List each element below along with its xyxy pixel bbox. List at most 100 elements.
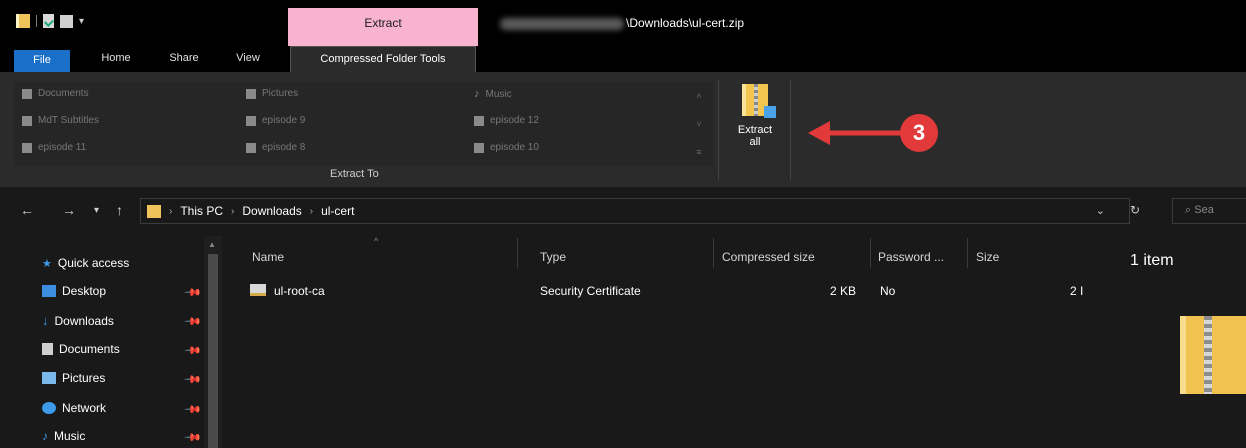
extract-to-item[interactable]: MdT Subtitles	[22, 115, 99, 126]
extract-to-item[interactable]: episode 11	[22, 142, 86, 153]
extract-to-item[interactable]: Pictures	[246, 88, 298, 99]
file-compressed-size: 2 KB	[830, 284, 857, 298]
nav-item-downloads[interactable]: ↓ Downloads	[42, 313, 114, 328]
annotation-step-badge: 3	[900, 114, 938, 152]
window-title: \Downloads\ul-cert.zip	[500, 16, 744, 30]
ribbon: Documents MdT Subtitles episode 11 Pictu…	[0, 72, 1246, 188]
extract-to-item[interactable]: ♪ Music	[474, 88, 512, 100]
desktop-icon	[42, 285, 56, 297]
certificate-icon	[250, 284, 266, 296]
extract-all-label: Extract all	[737, 124, 773, 148]
document-icon	[42, 343, 53, 355]
tab-view[interactable]: View	[226, 46, 270, 72]
breadcrumb-downloads[interactable]: Downloads	[242, 204, 301, 218]
item-count: 1 item	[1130, 252, 1174, 269]
breadcrumb-chevron-icon[interactable]: ›	[231, 206, 234, 217]
gallery-scroll-down-icon[interactable]: ˅	[692, 110, 706, 138]
file-type: Security Certificate	[540, 284, 641, 298]
new-folder-icon[interactable]	[60, 14, 73, 28]
column-header-name[interactable]: Name	[252, 250, 284, 264]
nav-item-quick-access[interactable]: ★ Quick access	[42, 256, 129, 270]
scroll-up-icon[interactable]: ▲	[208, 240, 216, 249]
nav-item-label: Quick access	[57, 256, 130, 270]
pin-icon[interactable]: 📌	[183, 283, 202, 302]
breadcrumb-chevron-icon[interactable]: ›	[169, 206, 172, 217]
extract-to-item-label: episode 12	[490, 115, 539, 126]
column-divider[interactable]	[967, 238, 968, 268]
nav-item-pictures[interactable]: Pictures	[42, 371, 105, 385]
pictures-icon	[246, 88, 256, 99]
extract-to-item-label: episode 11	[38, 142, 87, 153]
navigation-pane: ★ Quick access Desktop ↓ Downloads Documen…	[0, 236, 222, 448]
refresh-icon[interactable]: ↻	[1130, 203, 1140, 217]
column-divider[interactable]	[870, 238, 871, 268]
nav-item-desktop[interactable]: Desktop	[42, 284, 106, 298]
title-bar: ▾ Extract \Downloads\ul-cert.zip	[0, 0, 1246, 46]
breadcrumb-chevron-icon[interactable]: ›	[310, 206, 313, 217]
extract-to-item[interactable]: episode 8	[246, 142, 305, 153]
search-input[interactable]: ⌕ Sea	[1172, 198, 1246, 224]
properties-icon[interactable]	[43, 14, 54, 28]
folder-icon	[22, 142, 32, 153]
folder-icon	[246, 115, 256, 126]
pin-icon[interactable]: 📌	[183, 400, 202, 419]
column-header-size[interactable]: Size	[976, 250, 999, 264]
folder-icon	[22, 115, 32, 126]
extract-to-item[interactable]: episode 12	[474, 115, 539, 126]
separator	[36, 15, 37, 27]
folder-icon	[147, 204, 161, 218]
extract-context-tab: Extract	[288, 8, 478, 46]
download-arrow-icon: ↓	[42, 313, 49, 328]
up-arrow-icon[interactable]: ↑	[116, 202, 123, 218]
column-divider[interactable]	[713, 238, 714, 268]
breadcrumb-this-pc[interactable]: This PC	[180, 204, 223, 218]
extract-to-item-label: Music	[485, 88, 512, 100]
nav-item-label: Network	[62, 401, 107, 415]
pin-icon[interactable]: 📌	[183, 341, 202, 360]
column-header-type[interactable]: Type	[540, 250, 566, 264]
navigation-scrollbar[interactable]: ▲	[204, 236, 222, 448]
nav-item-music[interactable]: ♪ Music	[42, 429, 85, 443]
pin-icon[interactable]: 📌	[183, 370, 202, 389]
file-name[interactable]: ul-root-ca	[274, 284, 325, 298]
window-title-path: \Downloads\ul-cert.zip	[626, 16, 745, 30]
breadcrumb-ul-cert[interactable]: ul-cert	[321, 204, 354, 218]
extract-to-item-label: Documents	[38, 88, 89, 99]
file-password: No	[880, 284, 896, 298]
quick-access-toolbar: ▾	[16, 14, 84, 28]
group-divider	[718, 80, 719, 180]
network-icon	[42, 402, 56, 414]
extract-to-item[interactable]: episode 10	[474, 142, 539, 153]
address-dropdown-icon[interactable]: ⌄	[1096, 204, 1105, 217]
address-bar[interactable]: › This PC › Downloads › ul-cert ⌄	[140, 198, 1130, 224]
column-header-password[interactable]: Password ...	[878, 250, 944, 264]
customize-toolbar-icon[interactable]: ▾	[79, 16, 84, 27]
recent-locations-chevron-icon[interactable]: ▾	[94, 205, 99, 216]
column-divider[interactable]	[517, 238, 518, 268]
tab-file[interactable]: File	[14, 50, 70, 72]
nav-item-documents[interactable]: Documents	[42, 342, 120, 356]
extract-all-button[interactable]: Extract all	[726, 80, 784, 166]
extract-to-item-label: episode 10	[490, 142, 539, 153]
music-icon: ♪	[42, 429, 48, 443]
group-divider	[790, 80, 791, 180]
pictures-icon	[42, 372, 56, 384]
gallery-expand-icon[interactable]: ≡	[692, 138, 706, 166]
extract-to-item[interactable]: Documents	[22, 88, 89, 99]
folder-icon[interactable]	[16, 14, 30, 28]
nav-item-label: Desktop	[62, 284, 107, 298]
music-icon: ♪	[474, 88, 480, 100]
tab-compressed-folder-tools[interactable]: Compressed Folder Tools	[290, 46, 476, 72]
pin-icon[interactable]: 📌	[183, 428, 202, 447]
back-arrow-icon[interactable]: ←	[20, 202, 34, 218]
extract-to-item[interactable]: episode 9	[246, 115, 305, 126]
nav-item-network[interactable]: Network	[42, 401, 106, 415]
gallery-scroll-up-icon[interactable]: ˄	[692, 82, 706, 110]
forward-arrow-icon[interactable]: →	[62, 202, 76, 218]
address-row: ← → ▾ ↑ › This PC › Downloads › ul-cert …	[0, 188, 1246, 236]
column-header-compressed-size[interactable]: Compressed size	[722, 250, 815, 264]
tab-home[interactable]: Home	[92, 46, 140, 72]
pin-icon[interactable]: 📌	[183, 312, 202, 331]
scrollbar-thumb[interactable]	[208, 254, 218, 448]
tab-share[interactable]: Share	[162, 46, 206, 72]
